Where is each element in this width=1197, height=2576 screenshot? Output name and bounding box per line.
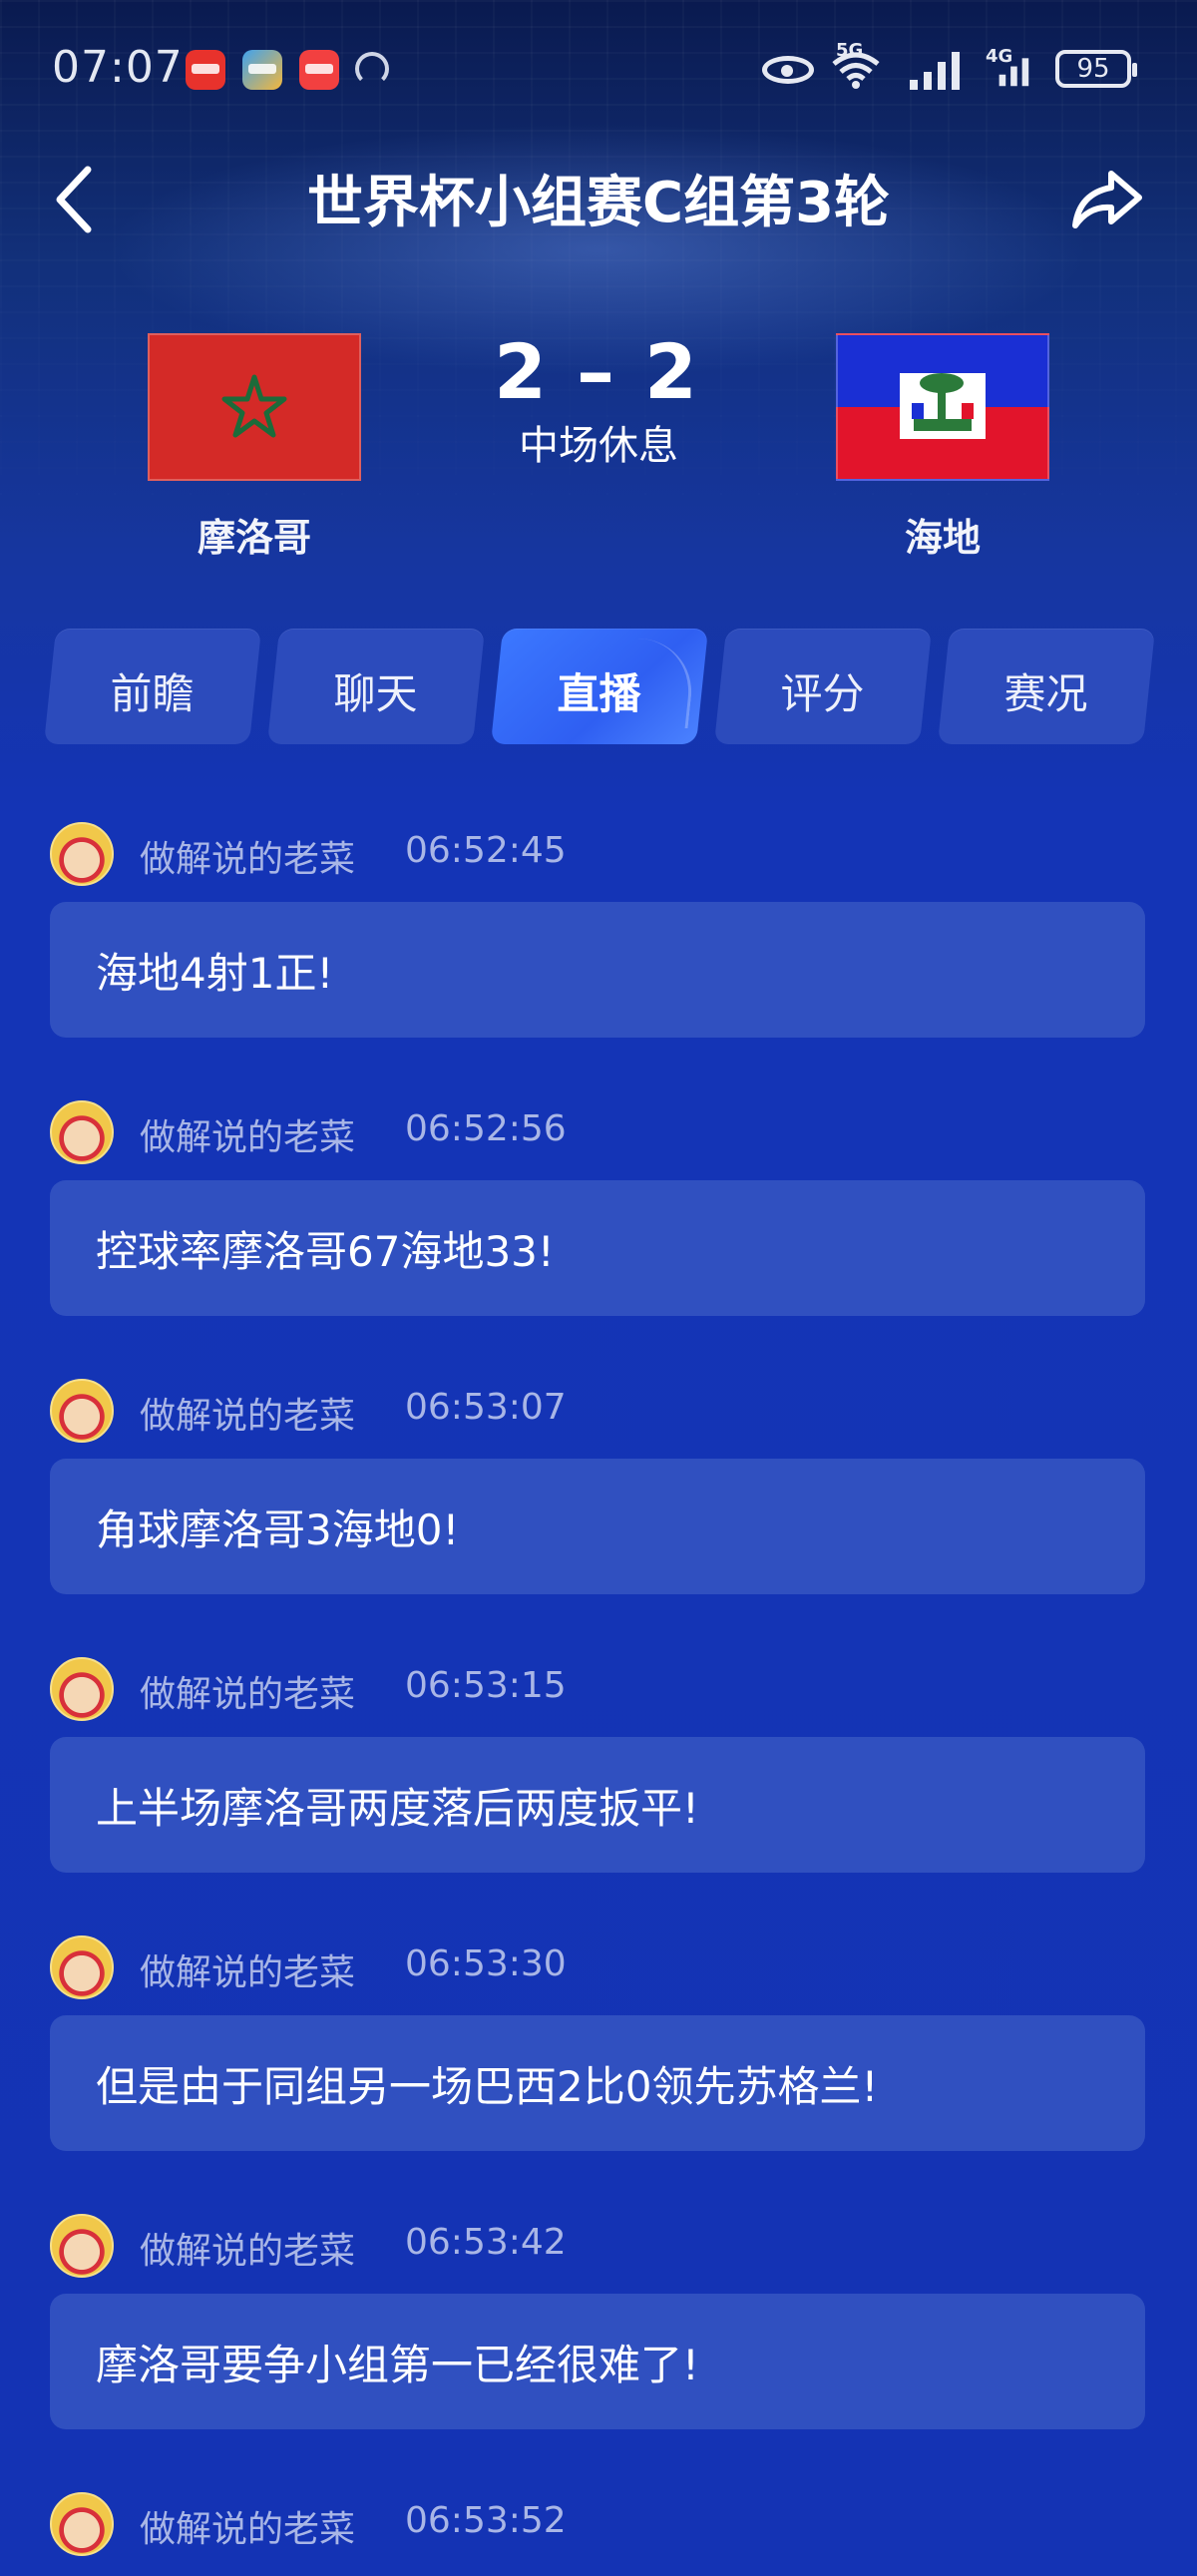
haiti-flag [836,333,1049,481]
list-item: 做解说的老菜 06:52:56 控球率摩洛哥67海地33! [50,1100,1147,1320]
avatar[interactable] [50,2214,114,2278]
avatar[interactable] [50,2492,114,2556]
huawei-app-icon [186,50,225,90]
avatar[interactable] [50,822,114,886]
avatar[interactable] [50,1379,114,1443]
list-item: 做解说的老菜 06:53:30 但是由于同组另一场巴西2比0领先苏格兰! [50,1935,1147,2155]
tab-ratings[interactable]: 评分 [713,629,933,744]
post-author: 做解说的老菜 [140,1117,356,1158]
signal-icon [998,58,1029,87]
home-score: 2 [494,327,553,416]
tab-label: 赛况 [1003,669,1088,718]
tab-label: 直播 [557,669,641,718]
signal-icon [910,52,960,90]
status-bar: 07:07 5G 4G 95 [0,0,1197,140]
post-author: 做解说的老菜 [140,1674,356,1715]
avatar[interactable] [50,1100,114,1164]
tab-preview[interactable]: 前瞻 [43,629,262,744]
morocco-flag [148,333,361,481]
tab-match-stats[interactable]: 赛况 [937,629,1156,744]
page-title: 世界杯小组赛C组第3轮 [306,171,891,235]
post-author: 做解说的老菜 [140,839,356,880]
message-text: 上半场摩洛哥两度落后两度扳平! [96,1784,699,1833]
scoreboard: 2–2 [399,327,798,416]
message-bubble: 海地4射1正! [50,902,1145,1038]
post-time: 06:53:42 [405,2222,567,2263]
tab-chat[interactable]: 聊天 [266,629,486,744]
message-text: 摩洛哥要争小组第一已经很难了! [96,2341,699,2389]
gauge-icon [355,52,389,86]
post-time: 06:53:30 [405,1943,567,1984]
list-item: 做解说的老菜 06:53:52 [50,2492,1147,2576]
red-app-icon [299,50,339,90]
post-time: 06:52:56 [405,1108,567,1149]
avatar[interactable] [50,1935,114,1999]
message-text: 角球摩洛哥3海地0! [96,1505,460,1554]
status-time: 07:07 [52,42,184,93]
list-item: 做解说的老菜 06:53:42 摩洛哥要争小组第一已经很难了! [50,2214,1147,2433]
list-item: 做解说的老菜 06:53:07 角球摩洛哥3海地0! [50,1379,1147,1598]
list-item: 做解说的老菜 06:52:45 海地4射1正! [50,822,1147,1042]
post-time: 06:53:15 [405,1665,567,1706]
message-bubble: 控球率摩洛哥67海地33! [50,1180,1145,1316]
message-text: 控球率摩洛哥67海地33! [96,1227,555,1276]
tab-live[interactable]: 直播 [490,629,709,744]
away-score: 2 [644,327,703,416]
message-text: 但是由于同组另一场巴西2比0领先苏格兰! [96,2062,879,2111]
avatar[interactable] [50,1657,114,1721]
message-bubble: 摩洛哥要争小组第一已经很难了! [50,2294,1145,2429]
score-separator: – [577,327,620,416]
match-status: 中场休息 [519,423,678,469]
away-team-name: 海地 [904,516,981,560]
message-text: 海地4射1正! [96,949,334,998]
post-time: 06:53:07 [405,1387,567,1428]
battery-indicator: 95 [1055,50,1137,88]
tab-label: 评分 [780,669,865,718]
message-bubble: 角球摩洛哥3海地0! [50,1459,1145,1594]
post-author: 做解说的老菜 [140,2231,356,2272]
map-app-icon [242,50,282,90]
post-author: 做解说的老菜 [140,1396,356,1437]
message-bubble: 上半场摩洛哥两度落后两度扳平! [50,1737,1145,1873]
tab-label: 聊天 [333,669,418,718]
tab-label: 前瞻 [110,669,195,718]
share-icon[interactable] [1067,160,1147,239]
post-time: 06:52:45 [405,830,567,871]
post-author: 做解说的老菜 [140,2509,356,2550]
chevron-left-icon[interactable] [48,160,108,239]
network-label-1: 5G [836,40,864,61]
eye-icon [762,56,814,84]
post-time: 06:53:52 [405,2500,567,2541]
home-team-name: 摩洛哥 [197,516,311,560]
message-bubble: 但是由于同组另一场巴西2比0领先苏格兰! [50,2015,1145,2151]
post-author: 做解说的老菜 [140,1952,356,1993]
list-item: 做解说的老菜 06:53:15 上半场摩洛哥两度落后两度扳平! [50,1657,1147,1877]
